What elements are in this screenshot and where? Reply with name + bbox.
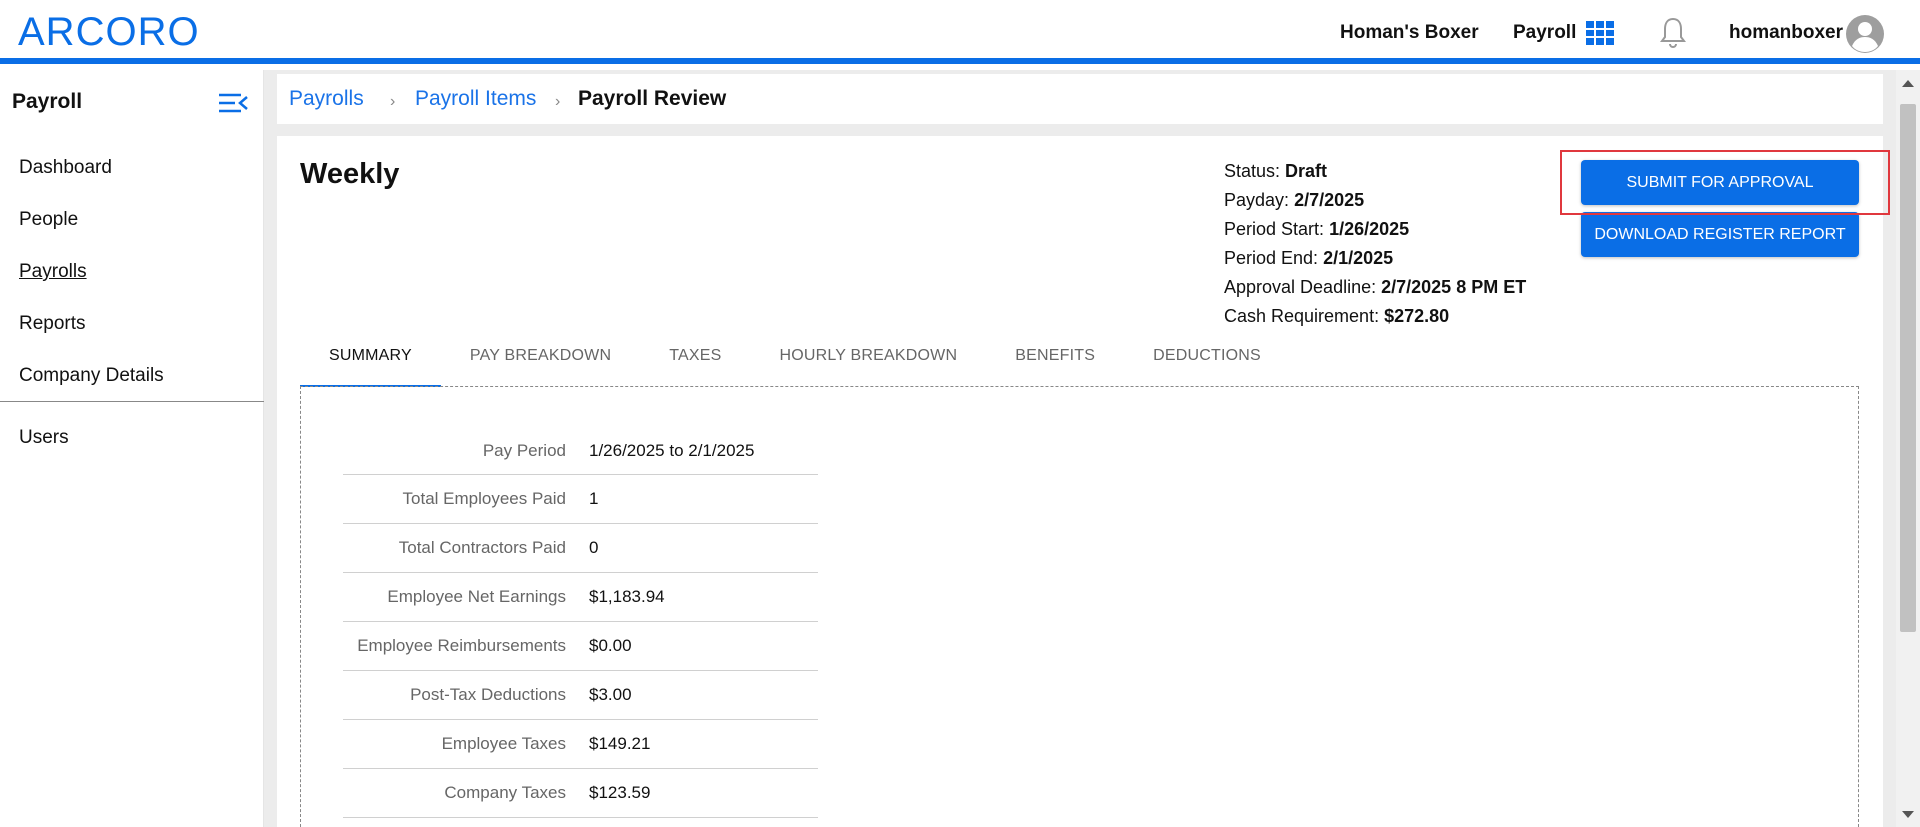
row-label: Employee Net Earnings [387, 587, 566, 606]
period-start-value: 1/26/2025 [1329, 219, 1410, 239]
payday-value: 2/7/2025 [1294, 190, 1365, 210]
arcoro-logo[interactable]: ARCORO [18, 12, 200, 52]
period-start-row: Period Start: 1/26/2025 [1224, 215, 1526, 244]
table-row: Total Employees Paid 1 [343, 475, 818, 524]
table-row: Company Taxes $123.59 [343, 769, 818, 818]
table-row: Employee Net Earnings $1,183.94 [343, 573, 818, 622]
row-value: 1/26/2025 to 2/1/2025 [589, 440, 755, 460]
cash-requirement-value: $272.80 [1384, 306, 1450, 326]
period-end-row: Period End: 2/1/2025 [1224, 244, 1526, 273]
table-row: Pay Period 1/26/2025 to 2/1/2025 [343, 427, 818, 475]
user-avatar-icon[interactable] [1845, 14, 1885, 54]
status-row: Status: Draft [1224, 157, 1526, 186]
approval-deadline-value: 2/7/2025 8 PM ET [1381, 277, 1527, 297]
tab-hourly-breakdown[interactable]: HOURLY BREAKDOWN [750, 337, 986, 387]
scrollbar-thumb[interactable] [1900, 104, 1916, 632]
row-value: $1,183.94 [589, 587, 665, 606]
submit-for-approval-button[interactable]: SUBMIT FOR APPROVAL [1581, 160, 1859, 205]
row-value: $3.00 [589, 685, 632, 704]
period-end-label: Period End: [1224, 248, 1319, 268]
sidebar: Payroll Dashboard People Payrolls Report… [0, 70, 264, 827]
tab-summary[interactable]: SUMMARY [300, 337, 441, 387]
page-scrollbar[interactable] [1896, 70, 1920, 827]
row-value: $0.00 [589, 636, 632, 655]
sidebar-item-reports[interactable]: Reports [0, 298, 264, 350]
sidebar-item-users[interactable]: Users [0, 412, 264, 464]
status-label: Status: [1224, 161, 1281, 181]
breadcrumb-payrolls[interactable]: Payrolls [289, 86, 364, 112]
row-value: 1 [589, 489, 599, 508]
row-label: Employee Reimbursements [357, 636, 566, 655]
table-row: Total Contractors Paid 0 [343, 524, 818, 573]
tab-taxes[interactable]: TAXES [640, 337, 750, 387]
page-title: Weekly [300, 158, 400, 190]
app-switcher-label[interactable]: Payroll [1513, 20, 1576, 46]
sidebar-item-label: Users [19, 427, 69, 448]
logo-text: ARCORO [18, 10, 200, 54]
status-value: Draft [1285, 161, 1328, 181]
apps-grid-icon[interactable] [1586, 21, 1614, 45]
review-tabs: SUMMARY PAY BREAKDOWN TAXES HOURLY BREAK… [300, 337, 1290, 387]
sidebar-item-label: Payrolls [19, 261, 87, 282]
row-label: Company Taxes [444, 783, 566, 802]
collapse-menu-icon[interactable] [217, 90, 249, 116]
bell-icon[interactable] [1658, 16, 1688, 50]
row-value: $149.21 [589, 734, 651, 753]
sidebar-item-label: Company Details [19, 365, 164, 386]
payday-row: Payday: 2/7/2025 [1224, 186, 1526, 215]
payday-label: Payday: [1224, 190, 1290, 210]
breadcrumb-separator: › [390, 93, 396, 110]
sidebar-nav-secondary: Users [0, 412, 264, 464]
sidebar-title: Payroll [12, 90, 83, 113]
sidebar-item-dashboard[interactable]: Dashboard [0, 142, 264, 194]
sidebar-item-label: Reports [19, 313, 86, 334]
tab-benefits[interactable]: BENEFITS [986, 337, 1124, 387]
download-register-report-button[interactable]: DOWNLOAD REGISTER REPORT [1581, 212, 1859, 257]
breadcrumb: Payrolls › Payroll Items › Payroll Revie… [277, 74, 1883, 124]
sidebar-nav: Dashboard People Payrolls Reports Compan… [0, 142, 264, 402]
approval-deadline-row: Approval Deadline: 2/7/2025 8 PM ET [1224, 273, 1526, 302]
row-value: 0 [589, 538, 599, 557]
row-label: Post-Tax Deductions [410, 685, 566, 704]
breadcrumb-payroll-review: Payroll Review [578, 87, 727, 110]
payroll-meta: Status: Draft Payday: 2/7/2025 Period St… [1224, 157, 1526, 331]
breadcrumb-payroll-items[interactable]: Payroll Items [415, 86, 536, 112]
row-value: $123.59 [589, 783, 651, 802]
company-switcher[interactable]: Homan's Boxer [1340, 20, 1479, 46]
row-label: Total Contractors Paid [398, 538, 566, 557]
sidebar-item-label: Dashboard [19, 157, 112, 178]
sidebar-divider [0, 401, 264, 402]
sidebar-item-company-details[interactable]: Company Details [0, 350, 264, 402]
table-row: Post-Tax Deductions $3.00 [343, 671, 818, 720]
row-label: Pay Period [482, 440, 566, 460]
period-start-label: Period Start: [1224, 219, 1325, 239]
row-label: Employee Taxes [441, 734, 566, 753]
cash-requirement-row: Cash Requirement: $272.80 [1224, 302, 1526, 331]
scroll-up-icon[interactable] [1902, 80, 1914, 87]
period-end-value: 2/1/2025 [1323, 248, 1394, 268]
sidebar-item-people[interactable]: People [0, 194, 264, 246]
tab-deductions[interactable]: DEDUCTIONS [1124, 337, 1290, 387]
table-row: Employee Taxes $149.21 [343, 720, 818, 769]
sidebar-item-payrolls[interactable]: Payrolls [0, 246, 264, 298]
summary-table: Pay Period 1/26/2025 to 2/1/2025 Total Em… [343, 427, 818, 818]
sidebar-item-label: People [19, 209, 79, 230]
username-label[interactable]: homanboxer [1729, 20, 1843, 46]
scroll-down-icon[interactable] [1902, 811, 1914, 818]
row-label: Total Employees Paid [402, 489, 566, 508]
breadcrumb-separator: › [555, 93, 561, 110]
tab-pay-breakdown[interactable]: PAY BREAKDOWN [441, 337, 640, 387]
approval-deadline-label: Approval Deadline: [1224, 277, 1377, 297]
top-header: ARCORO Homan's Boxer Payroll homanboxer [0, 0, 1920, 64]
table-row: Employee Reimbursements $0.00 [343, 622, 818, 671]
cash-requirement-label: Cash Requirement: [1224, 306, 1380, 326]
